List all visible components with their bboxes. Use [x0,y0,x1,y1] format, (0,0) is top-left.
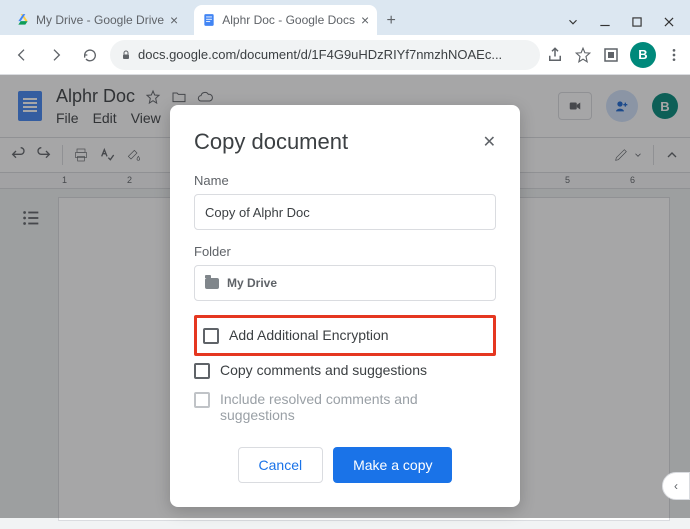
checkbox-copy-comments[interactable]: Copy comments and suggestions [194,356,496,385]
close-icon[interactable]: × [170,12,178,28]
tab-drive[interactable]: My Drive - Google Drive × [8,5,186,35]
menu-icon[interactable] [666,47,682,63]
checkbox-include-resolved: Include resolved comments and suggestion… [194,385,496,429]
close-icon[interactable]: ✕ [483,132,496,152]
checkbox-icon[interactable] [203,328,219,344]
close-window-icon[interactable] [662,15,676,29]
folder-label: Folder [194,244,496,259]
new-tab-button[interactable]: + [377,7,405,35]
forward-button[interactable] [42,41,70,69]
lock-icon [120,49,132,61]
make-copy-button[interactable]: Make a copy [333,447,452,483]
back-button[interactable] [8,41,36,69]
maximize-icon[interactable] [630,15,644,29]
tab-docs-title: Alphr Doc - Google Docs [222,13,355,27]
address-bar: docs.google.com/document/d/1F4G9uHDzRIYf… [0,35,690,75]
tab-docs[interactable]: Alphr Doc - Google Docs × [194,5,377,35]
share-icon[interactable] [546,46,564,64]
checkbox-add-encryption[interactable]: Add Additional Encryption [203,321,487,350]
highlight-annotation: Add Additional Encryption [194,315,496,356]
checkbox-icon[interactable] [194,363,210,379]
minimize-icon[interactable] [598,15,612,29]
name-label: Name [194,173,496,188]
folder-selector[interactable]: My Drive [194,265,496,301]
side-panel-toggle[interactable]: ‹ [662,472,690,500]
reload-button[interactable] [76,41,104,69]
chevron-down-icon[interactable] [566,15,580,29]
star-icon[interactable] [574,46,592,64]
profile-avatar[interactable]: B [630,42,656,68]
close-icon[interactable]: × [361,12,369,28]
extensions-icon[interactable] [602,46,620,64]
omnibox[interactable]: docs.google.com/document/d/1F4G9uHDzRIYf… [110,40,540,70]
folder-icon [205,278,219,289]
docs-icon [202,13,216,27]
checkbox-icon [194,392,210,408]
modal-title: Copy document [194,129,348,155]
browser-titlebar: My Drive - Google Drive × Alphr Doc - Go… [0,0,690,35]
folder-value: My Drive [227,276,277,290]
drive-icon [16,13,30,27]
tab-drive-title: My Drive - Google Drive [36,13,164,27]
url-text: docs.google.com/document/d/1F4G9uHDzRIYf… [138,47,530,62]
cancel-button[interactable]: Cancel [238,447,324,483]
name-input[interactable] [194,194,496,230]
copy-document-modal: Copy document ✕ Name Folder My Drive Add… [170,105,520,507]
